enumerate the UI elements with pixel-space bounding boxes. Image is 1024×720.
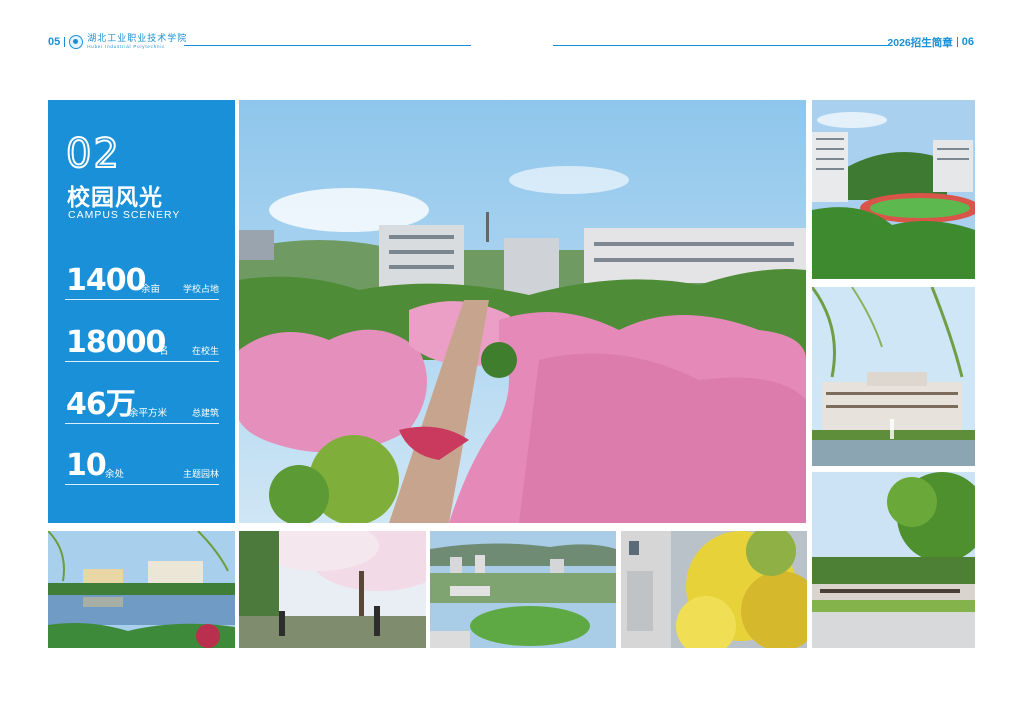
- header-divider: [64, 37, 66, 47]
- stat-desc: 总建筑: [191, 408, 219, 418]
- main-photo-cherry-blossom-avenue: [239, 100, 806, 523]
- stat-unit: 余平方米: [129, 408, 168, 419]
- stat-desc: 主题园林: [182, 469, 219, 479]
- stat-unit: 余亩: [141, 284, 161, 295]
- school-logo-icon: [69, 35, 84, 49]
- header-rule-left: [184, 45, 471, 46]
- header-divider: [956, 37, 958, 47]
- header-rule-right: [553, 45, 892, 46]
- campus-info-panel: 02 校园风光 CAMPUS SCENERY 1400 余亩 学校占地 1800…: [48, 100, 235, 523]
- header-left: 05 湖北工业职业技术学院 Hubei Industrial Polytechn…: [48, 34, 187, 50]
- section-title-en: CAMPUS SCENERY: [68, 209, 181, 221]
- photo-library-fountain: [812, 287, 975, 466]
- left-page-number: 05: [48, 36, 61, 48]
- photo-sports-field: [812, 100, 975, 279]
- photo-lakeside-reflection: [48, 531, 235, 648]
- header-right: 2026招生简章 06: [887, 35, 974, 49]
- stat-unit: 余处: [105, 469, 125, 480]
- section-number: 02: [65, 131, 121, 177]
- stat-gardens: 10 余处 主题园林: [65, 448, 219, 485]
- section-title-cn: 校园风光: [67, 185, 163, 211]
- school-name-en: Hubei Industrial Polytechnic: [87, 43, 166, 49]
- right-page-number: 06: [961, 36, 974, 48]
- stat-building-area: 46万 余平方米 总建筑: [65, 387, 219, 424]
- stat-desc: 学校占地: [182, 284, 219, 294]
- school-name-cn: 湖北工业职业技术学院: [87, 33, 188, 44]
- stat-unit: 名: [159, 346, 169, 357]
- stat-desc: 在校生: [191, 346, 219, 356]
- stat-value: 10: [66, 448, 107, 483]
- photo-cherry-trees-walk: [239, 531, 426, 648]
- photo-ginkgo-building: [621, 531, 807, 648]
- photo-campus-aerial: [430, 531, 616, 648]
- photo-stone-sign-garden: [812, 472, 975, 648]
- stat-value: 1400: [66, 263, 146, 298]
- brochure-title: 2026招生简章: [887, 36, 953, 49]
- stat-value: 18000: [66, 325, 166, 360]
- stat-students: 18000 名 在校生: [65, 325, 219, 362]
- stat-value: 46万: [66, 387, 136, 422]
- stat-campus-area: 1400 余亩 学校占地: [65, 263, 219, 300]
- school-name: 湖北工业职业技术学院 Hubei Industrial Polytechnic: [87, 33, 188, 50]
